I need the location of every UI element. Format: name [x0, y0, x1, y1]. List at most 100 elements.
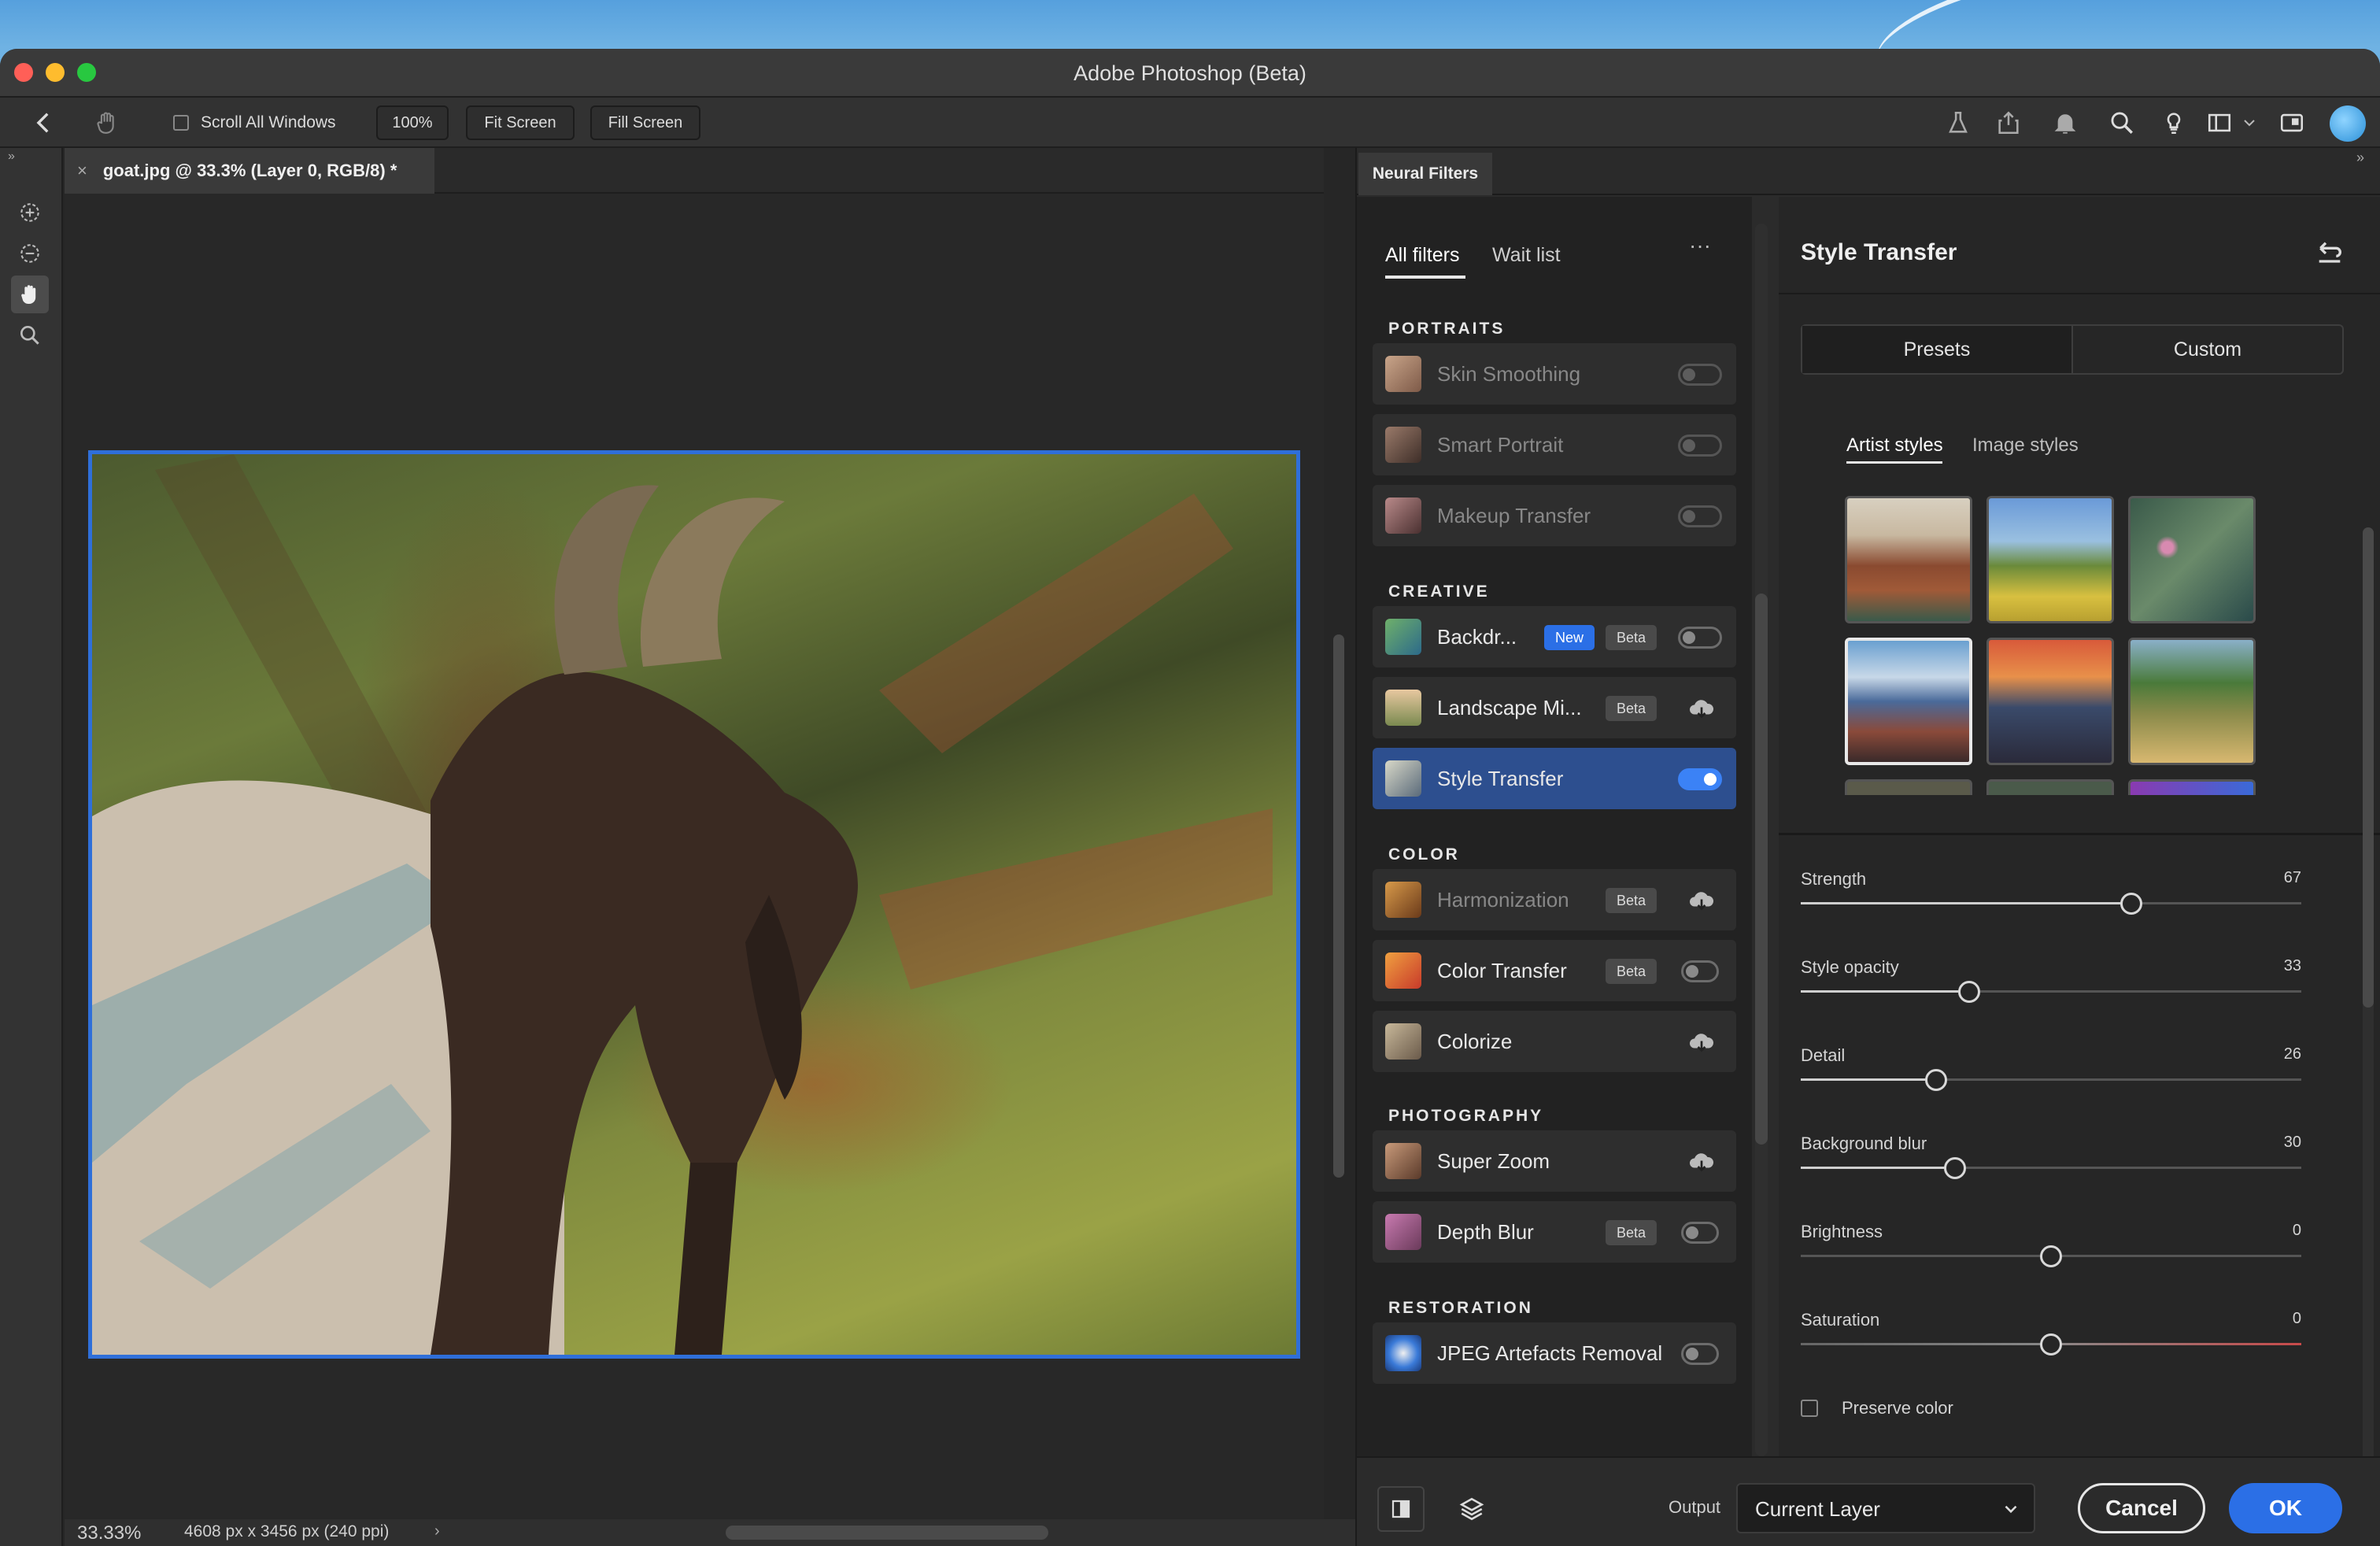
- settings-title: Style Transfer: [1801, 239, 1957, 265]
- show-preview-icon[interactable]: [1377, 1486, 1425, 1532]
- slider-value: 67: [2283, 869, 2301, 886]
- close-tab-icon[interactable]: ×: [77, 161, 87, 181]
- slider-knob[interactable]: [1925, 1069, 1947, 1091]
- slider-knob[interactable]: [2120, 893, 2142, 915]
- chevron-down-icon[interactable]: [2240, 107, 2259, 139]
- filter-row-color-transfer[interactable]: Color Transfer Beta: [1373, 940, 1736, 1001]
- fit-screen-button[interactable]: Fit Screen: [466, 105, 575, 140]
- filter-row-backdrop[interactable]: Backdr... New Beta: [1373, 606, 1736, 668]
- chevron-right-icon[interactable]: ›: [434, 1522, 440, 1540]
- discover-lightbulb-icon[interactable]: [2158, 107, 2190, 139]
- slider-knob[interactable]: [2040, 1245, 2062, 1267]
- depth-blur-toggle[interactable]: [1681, 1222, 1719, 1244]
- filter-row-depth-blur[interactable]: Depth Blur Beta: [1373, 1201, 1736, 1263]
- neural-filters-tab[interactable]: Neural Filters: [1358, 153, 1492, 195]
- cloud-download-icon[interactable]: [1687, 886, 1716, 915]
- slider-knob[interactable]: [1958, 981, 1980, 1003]
- cancel-button[interactable]: Cancel: [2078, 1483, 2205, 1533]
- custom-button[interactable]: Custom: [2073, 326, 2342, 373]
- canvas-area[interactable]: [65, 194, 1324, 1519]
- slider-knob[interactable]: [1944, 1157, 1966, 1179]
- hand-tool-button[interactable]: [11, 276, 49, 313]
- jpeg-artefacts-toggle[interactable]: [1681, 1343, 1719, 1365]
- avatar[interactable]: [2330, 105, 2366, 142]
- presets-button[interactable]: Presets: [1802, 326, 2073, 373]
- scroll-all-windows-checkbox[interactable]: [173, 115, 189, 131]
- filter-row-colorize[interactable]: Colorize: [1373, 1011, 1736, 1072]
- canvas-scrollbar[interactable]: [1324, 194, 1354, 1519]
- smart-portrait-toggle[interactable]: [1678, 435, 1722, 457]
- style-thumb-partial[interactable]: [1986, 779, 2114, 795]
- ok-button[interactable]: OK: [2229, 1483, 2342, 1533]
- filter-row-smart-portrait[interactable]: Smart Portrait: [1373, 414, 1736, 475]
- options-bar: Scroll All Windows 100% Fit Screen Fill …: [0, 96, 2380, 148]
- style-thumb-blue-mountains[interactable]: [1845, 638, 1972, 765]
- search-icon[interactable]: [2106, 107, 2138, 139]
- style-thumb-the-scream[interactable]: [1986, 638, 2114, 765]
- filter-name: Style Transfer: [1437, 767, 1564, 790]
- back-icon[interactable]: [28, 107, 60, 139]
- workspace-layout-icon[interactable]: [2204, 107, 2235, 139]
- document-tab[interactable]: × goat.jpg @ 33.3% (Layer 0, RGB/8) *: [65, 148, 434, 194]
- notification-bell-icon[interactable]: [2049, 107, 2081, 139]
- add-selection-icon[interactable]: [11, 194, 49, 231]
- cloud-download-icon[interactable]: [1687, 1028, 1716, 1056]
- hand-tool-icon[interactable]: [91, 107, 123, 139]
- collapse-panel-icon[interactable]: »: [2356, 150, 2364, 166]
- tab-image-styles[interactable]: Image styles: [1972, 435, 2079, 457]
- filter-list-scrollbar[interactable]: [1755, 224, 1768, 1456]
- color-transfer-toggle[interactable]: [1681, 960, 1719, 982]
- cloud-download-icon[interactable]: [1687, 1148, 1716, 1176]
- horizontal-scroll-thumb[interactable]: [726, 1526, 1048, 1540]
- section-photography: PHOTOGRAPHY: [1388, 1107, 1544, 1125]
- filter-row-makeup-transfer[interactable]: Makeup Transfer: [1373, 485, 1736, 546]
- slider-knob[interactable]: [2040, 1333, 2062, 1356]
- zoom-100-button[interactable]: 100%: [376, 105, 449, 140]
- share-icon[interactable]: [1993, 107, 2024, 139]
- preserve-color-checkbox[interactable]: [1801, 1400, 1818, 1417]
- tab-all-filters[interactable]: All filters: [1385, 244, 1459, 267]
- section-creative: CREATIVE: [1388, 583, 1490, 601]
- settings-scroll-thumb[interactable]: [2363, 527, 2374, 1008]
- style-thumb-partial[interactable]: [1845, 779, 1972, 795]
- slider-label: Saturation: [1801, 1310, 1880, 1330]
- cloud-download-icon[interactable]: [1687, 694, 1716, 723]
- more-options-icon[interactable]: ···: [1689, 233, 1711, 258]
- subtract-selection-icon[interactable]: [11, 235, 49, 272]
- title-bar: Adobe Photoshop (Beta): [0, 49, 2380, 96]
- filter-row-jpeg-artefacts-removal[interactable]: JPEG Artefacts Removal: [1373, 1322, 1736, 1384]
- style-thumb-landscape-path[interactable]: [2128, 638, 2256, 765]
- slider-fill: [1801, 990, 1969, 993]
- flask-icon[interactable]: [1942, 107, 1974, 139]
- filter-row-style-transfer[interactable]: Style Transfer: [1373, 748, 1736, 809]
- tab-artist-styles[interactable]: Artist styles: [1846, 435, 1943, 457]
- skin-smoothing-toggle[interactable]: [1678, 364, 1722, 386]
- style-transfer-toggle[interactable]: [1678, 768, 1722, 790]
- output-select[interactable]: Current Layer: [1736, 1483, 2035, 1533]
- plugins-icon[interactable]: [2276, 107, 2308, 139]
- style-thumb-wheatfield[interactable]: [1986, 496, 2114, 623]
- settings-scrollbar[interactable]: [2363, 527, 2374, 1464]
- output-select-value: Current Layer: [1755, 1497, 1880, 1521]
- fill-screen-button[interactable]: Fill Screen: [590, 105, 700, 140]
- style-thumb-water-lilies[interactable]: [2128, 496, 2256, 623]
- filter-row-harmonization[interactable]: Harmonization Beta: [1373, 869, 1736, 930]
- makeup-transfer-toggle[interactable]: [1678, 505, 1722, 527]
- chevron-down-icon: [2005, 1505, 2017, 1514]
- tab-wait-list[interactable]: Wait list: [1492, 244, 1561, 267]
- collapse-tools-icon[interactable]: »: [8, 150, 15, 164]
- slider-value: 33: [2283, 957, 2301, 975]
- layers-icon[interactable]: [1448, 1486, 1495, 1532]
- reset-parameters-icon[interactable]: [2314, 238, 2345, 269]
- backdrop-toggle[interactable]: [1678, 627, 1722, 649]
- style-thumb-partial[interactable]: [2128, 779, 2256, 795]
- filter-list-scroll-thumb[interactable]: [1755, 594, 1768, 1145]
- goat-image[interactable]: [88, 450, 1300, 1359]
- filter-row-skin-smoothing[interactable]: Skin Smoothing: [1373, 343, 1736, 405]
- filter-row-landscape-mixer[interactable]: Landscape Mi... Beta: [1373, 677, 1736, 738]
- filter-row-super-zoom[interactable]: Super Zoom: [1373, 1130, 1736, 1192]
- zoom-tool-icon[interactable]: [11, 316, 49, 354]
- vertical-scroll-thumb[interactable]: [1333, 634, 1344, 1178]
- style-thumb-mountain-print[interactable]: [1845, 496, 1972, 623]
- zoom-level[interactable]: 33.33%: [77, 1522, 141, 1544]
